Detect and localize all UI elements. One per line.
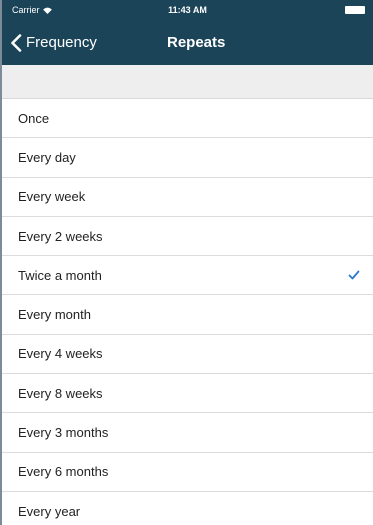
option-label: Once [18, 110, 50, 126]
option-row[interactable]: Every 4 weeks [2, 335, 373, 375]
option-row[interactable]: Every 6 months [2, 453, 373, 492]
option-label: Every 2 weeks [18, 228, 103, 244]
option-row[interactable]: Every year [2, 492, 373, 525]
checkmark-icon [348, 270, 360, 280]
repeat-options-list: Once Every day Every week Every 2 weeks Twic… [2, 99, 373, 525]
wifi-icon [42, 7, 52, 14]
option-label: Every 6 months [18, 464, 109, 480]
option-label: Every week [18, 189, 86, 205]
option-label: Every 8 weeks [18, 385, 103, 401]
status-bar: Carrier 11:43 AM [2, 0, 373, 20]
back-button[interactable]: Frequency [2, 33, 97, 52]
option-label: Every month [18, 307, 91, 323]
navigation-bar: Frequency Repeats [2, 20, 373, 65]
option-label: Twice a month [18, 267, 102, 283]
chevron-left-icon [11, 33, 22, 52]
option-row[interactable]: Every 3 months [2, 413, 373, 453]
back-button-label: Frequency [26, 34, 97, 51]
option-row[interactable]: Every day [2, 138, 373, 178]
app-frame: Carrier 11:43 AM Frequency Repeats Once E… [0, 0, 373, 525]
page-title: Repeats [167, 34, 226, 51]
carrier-group: Carrier [12, 5, 52, 15]
option-row[interactable]: Twice a month [2, 256, 373, 296]
option-row[interactable]: Every 8 weeks [2, 374, 373, 414]
option-label: Every 3 months [18, 425, 109, 441]
option-row[interactable]: Every month [2, 295, 373, 335]
option-row[interactable]: Once [2, 99, 373, 139]
option-row[interactable]: Every week [2, 178, 373, 217]
status-time: 11:43 AM [168, 5, 207, 15]
section-header [2, 65, 373, 99]
carrier-label: Carrier [12, 5, 40, 15]
battery-icon [345, 6, 365, 14]
option-label: Every day [18, 149, 76, 165]
option-label: Every 4 weeks [18, 346, 103, 362]
option-row[interactable]: Every 2 weeks [2, 217, 373, 257]
option-label: Every year [18, 504, 81, 520]
